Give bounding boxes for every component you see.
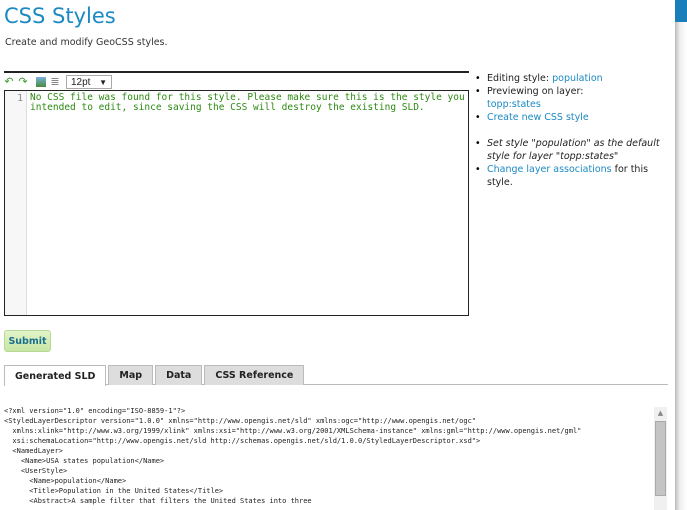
previewing-label: Previewing on layer: — [487, 86, 584, 97]
line-number: 1 — [5, 91, 27, 315]
change-associations-link[interactable]: Change layer associations — [487, 164, 612, 175]
image-icon[interactable] — [36, 77, 46, 87]
create-new-style-link[interactable]: Create new CSS style — [487, 112, 589, 123]
tab-css-reference[interactable]: CSS Reference — [204, 365, 305, 385]
change-assoc-item: Change layer associations for this style… — [475, 163, 675, 189]
tab-bar: Generated SLD Map Data CSS Reference — [4, 365, 668, 386]
submit-button[interactable]: Submit — [4, 330, 51, 352]
undo-icon[interactable]: ↶ — [4, 76, 14, 87]
css-editor[interactable]: 1 No CSS file was found for this style. … — [4, 90, 469, 316]
editing-style-link[interactable]: population — [552, 73, 603, 84]
tab-data[interactable]: Data — [155, 365, 203, 385]
set-default-item: Set style "population" as the default st… — [475, 137, 675, 163]
editor-content[interactable]: No CSS file was found for this style. Pl… — [27, 91, 468, 315]
chevron-down-icon: ▼ — [99, 77, 107, 87]
previewing-item: Previewing on layer: topp:states — [475, 85, 675, 111]
preview-layer-link[interactable]: topp:states — [487, 99, 541, 110]
font-size-value: 12pt — [71, 76, 91, 88]
scrollbar[interactable]: ▲ — [654, 407, 667, 510]
editing-style-item: Editing style: population — [475, 72, 675, 85]
tab-map[interactable]: Map — [108, 365, 154, 385]
list-icon[interactable]: ≣ — [50, 76, 60, 87]
style-info-panel: Editing style: population Previewing on … — [475, 72, 675, 189]
scroll-up-icon[interactable]: ▲ — [654, 407, 667, 419]
create-style-item: Create new CSS style — [475, 111, 675, 124]
tab-generated-sld[interactable]: Generated SLD — [4, 365, 107, 386]
set-default-text: Set style "population" as the default st… — [487, 138, 660, 162]
page-subtitle: Create and modify GeoCSS styles. — [5, 37, 168, 48]
page-edge — [675, 0, 687, 510]
font-size-select[interactable]: 12pt ▼ — [66, 75, 112, 89]
divider — [4, 71, 469, 73]
page-title: CSS Styles — [4, 4, 116, 28]
redo-icon[interactable]: ↷ — [18, 76, 28, 87]
editor-toolbar: ↶ ↷ ≣ 12pt ▼ — [4, 75, 112, 89]
generated-sld-content: <?xml version="1.0" encoding="ISO-8859-1… — [4, 407, 582, 505]
editing-label: Editing style: — [487, 73, 553, 84]
scrollbar-thumb[interactable] — [655, 421, 666, 496]
